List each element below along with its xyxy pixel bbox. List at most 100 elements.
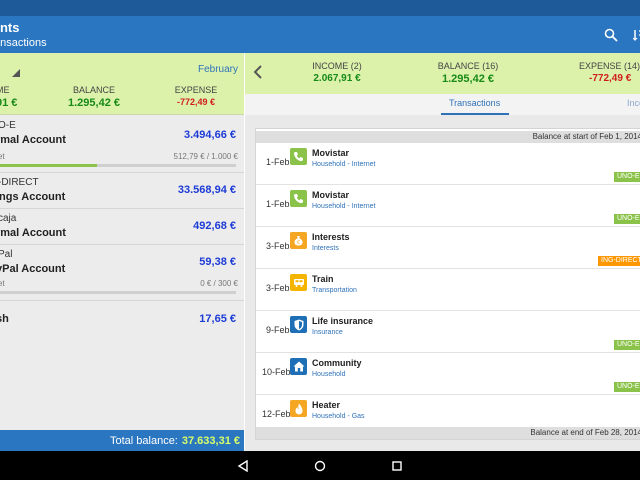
balance-summary: BALANCE (16) 1.295,42 € [433,61,503,85]
expense-label: EXPENSE (14) [579,61,640,71]
income-summary: INCOME (2) 2.067,91 € [307,61,367,84]
account-name: yPal Account [0,263,66,275]
transaction-date: 3-Feb [266,241,290,251]
account-list: O-E rmal Account 3.494,66 € et 512,79 € … [0,115,244,341]
transaction-title: Movistar [312,190,350,200]
balance-value: 1.295,42 € [442,73,494,85]
status-bar [0,0,640,16]
transactions-card: Balance at start of Feb 1, 2014 1-Feb Mo… [255,128,640,440]
month-selector[interactable]: February [198,64,238,75]
income-summary: ME 91 € [0,85,26,109]
app-subtitle: ansactions [0,37,47,49]
svg-text:€: € [297,240,300,246]
summary-right: INCOME (2) 2.067,91 € BALANCE (16) 1.295… [245,53,640,94]
money-bag-icon: € [290,232,307,249]
phone-icon [290,148,307,165]
transaction-row[interactable]: 9-Feb Life insurance Insurance UNO-E [256,311,640,353]
expense-value: -772,49 € [176,97,216,107]
tab-transactions[interactable]: Transactions [449,98,500,108]
balance-end-row: Balance at end of Feb 28, 2014 [256,427,640,439]
back-icon[interactable] [236,459,250,473]
account-row[interactable]: O-E rmal Account 3.494,66 € et 512,79 € … [0,115,244,173]
home-icon[interactable] [313,459,327,473]
expense-value: -772,49 € [589,73,632,84]
expense-label: EXPENSE [174,85,218,95]
budget-text: 0 € / 300 € [200,279,238,288]
balance-start-row: Balance at start of Feb 1, 2014 [256,131,640,143]
balance-label: BALANCE (16) [437,61,499,71]
total-balance-bar: Total balance: 37.633,31 € [0,430,244,451]
balance-summary: BALANCE 1.295,42 € [64,85,124,109]
recents-icon[interactable] [390,459,404,473]
transaction-title: Movistar [312,148,350,158]
income-value: 91 € [0,97,18,109]
transaction-category: Household - Internet [312,161,376,168]
active-tab-indicator [441,113,509,115]
account-balance: 59,38 € [199,256,236,268]
account-tag: UNO-E [614,214,640,224]
phone-icon [290,190,307,207]
transactions-pane: INCOME (2) 2.067,91 € BALANCE (16) 1.295… [245,53,640,451]
period-dropdown-icon[interactable] [12,69,20,77]
transaction-category: Household [312,371,346,378]
balance-label: BALANCE [72,85,116,95]
income-label: ME [0,85,10,95]
summary-left: February ME 91 € BALANCE 1.295,42 € EXPE… [0,53,244,115]
account-row[interactable]: Pal yPal Account 59,38 € et 0 € / 300 € [0,245,244,301]
transaction-title: Interests [312,232,350,242]
accounts-pane: February ME 91 € BALANCE 1.295,42 € EXPE… [0,53,244,451]
shield-icon [290,316,307,333]
account-bank: -DIRECT [0,177,39,188]
transaction-row[interactable]: 10-Feb Community Household UNO-E [256,353,640,395]
system-nav-bar [0,451,640,480]
account-row[interactable]: -DIRECT ings Account 33.568,94 € [0,173,244,209]
transaction-row[interactable]: 1-Feb Movistar Household - Internet UNO-… [256,143,640,185]
account-row[interactable]: caja rmal Account 492,68 € [0,209,244,245]
balance-value: 1.295,42 € [68,97,120,109]
budget-progress-bar [0,291,236,294]
transaction-row[interactable]: 1-Feb Movistar Household - Internet UNO-… [256,185,640,227]
transaction-row[interactable]: 12-Feb Heater Household - Gas [256,395,640,427]
transaction-category: Interests [312,245,339,252]
transaction-date: 3-Feb [266,283,290,293]
app-bar: unts ansactions [0,16,640,53]
income-value: 2.067,91 € [313,73,361,84]
budget-text: 512,79 € / 1.000 € [173,152,239,161]
account-row[interactable]: sh 17,65 € [0,301,244,341]
transaction-category: Household - Internet [312,203,376,210]
sort-icon[interactable] [628,24,640,46]
transaction-row[interactable]: 3-Feb € Interests Interests ING-DIRECT - [256,227,640,269]
tab-income[interactable]: Inco [627,98,640,108]
tabs-row: Transactions Inco [245,94,640,115]
total-balance-value: 37.633,31 € [181,434,240,447]
account-balance: 17,65 € [199,313,236,325]
account-balance: 492,68 € [193,220,236,232]
transaction-date: 1-Feb [266,157,290,167]
transaction-date: 12-Feb [262,409,291,419]
transaction-row[interactable]: 3-Feb Train Transportation [256,269,640,311]
account-tag: UNO-E [614,340,640,350]
total-balance-label: Total balance: [109,434,178,447]
account-name: rmal Account [0,227,66,239]
expense-summary: EXPENSE -772,49 € [166,85,226,107]
account-name: sh [0,313,9,325]
transaction-date: 10-Feb [262,367,291,377]
expense-summary: EXPENSE (14) -772,49 € [579,61,640,84]
transaction-title: Community [312,358,362,368]
account-name: ings Account [0,191,66,203]
transaction-date: 1-Feb [266,199,290,209]
transaction-category: Household - Gas [312,413,365,420]
transaction-title: Train [312,274,334,284]
account-tag: UNO-E [614,382,640,392]
chevron-left-icon[interactable] [253,65,263,84]
account-bank: caja [0,213,17,224]
budget-label: et [0,152,5,161]
account-balance: 33.568,94 € [177,184,236,196]
account-tag: ING-DIRECT - [598,256,640,266]
budget-label: et [0,279,5,288]
house-icon [290,358,307,375]
transaction-title: Heater [312,400,341,410]
account-bank: O-E [0,120,16,131]
search-icon[interactable] [600,24,622,46]
transaction-category: Insurance [312,329,343,336]
